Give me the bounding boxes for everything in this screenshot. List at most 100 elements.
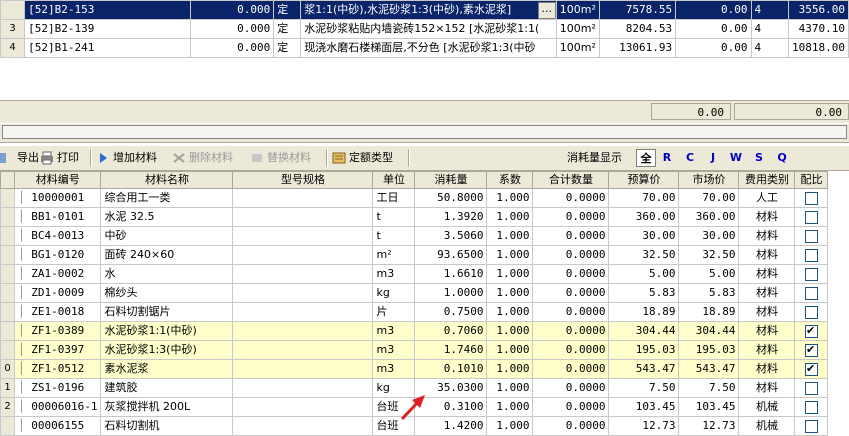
col-market-price[interactable]: 市场价 bbox=[678, 171, 740, 189]
coefficient[interactable]: 1.000 bbox=[486, 359, 534, 379]
material-code-cell[interactable]: │ BG1-0120 bbox=[13, 245, 102, 265]
cost-category[interactable]: 材料 bbox=[738, 264, 796, 284]
market-price[interactable]: 195.03 bbox=[678, 340, 740, 360]
ratio-cell[interactable] bbox=[794, 207, 829, 227]
budget-price[interactable]: 103.45 bbox=[608, 397, 680, 417]
ratio-cell[interactable] bbox=[794, 245, 829, 265]
market-price[interactable]: 5.83 bbox=[678, 283, 740, 303]
filter-s[interactable]: S bbox=[749, 149, 769, 167]
material-code-cell[interactable]: │ 00006155 bbox=[13, 416, 102, 436]
material-name[interactable]: 中砂 bbox=[100, 226, 234, 246]
material-name[interactable]: 综合用工一类 bbox=[100, 188, 234, 208]
material-unit[interactable]: m² bbox=[372, 245, 416, 265]
coefficient[interactable]: 1.000 bbox=[486, 397, 534, 417]
ratio-checkbox[interactable] bbox=[804, 305, 818, 319]
item-name[interactable]: 水泥砂浆粘贴内墙瓷砖152×152 [水泥砂浆1:1( bbox=[300, 19, 557, 39]
export-button[interactable]: 导出 bbox=[0, 149, 39, 167]
material-row[interactable]: │ BC4-0013 中砂 t 3.5060 1.000 0.0000 30.00 30.00… bbox=[0, 226, 829, 246]
consumption[interactable]: 1.3920 bbox=[414, 207, 488, 227]
material-name[interactable]: 灰浆搅拌机 200L bbox=[100, 397, 234, 417]
material-spec[interactable] bbox=[232, 378, 374, 398]
material-name[interactable]: 水 bbox=[100, 264, 234, 284]
market-price[interactable]: 304.44 bbox=[678, 321, 740, 341]
cost-category[interactable]: 材料 bbox=[738, 340, 796, 360]
item-quantity[interactable]: 0.000 bbox=[190, 19, 275, 39]
budget-price[interactable]: 18.89 bbox=[608, 302, 680, 322]
more-button[interactable]: ... bbox=[537, 2, 556, 19]
item-row[interactable]: 3 [52]B2-139 0.000 定水泥砂浆粘贴内墙瓷砖152×152 [水泥砂浆… bbox=[0, 19, 849, 39]
filter-c[interactable]: C bbox=[680, 149, 700, 167]
item-quantity[interactable]: 0.000 bbox=[190, 38, 275, 58]
horizontal-scrollbar[interactable] bbox=[2, 125, 847, 139]
ratio-cell[interactable] bbox=[794, 264, 829, 284]
material-row[interactable]: │ BB1-0101 水泥 32.5 t 1.3920 1.000 0.0000 360.0… bbox=[0, 207, 829, 227]
cost-category[interactable]: 材料 bbox=[738, 302, 796, 322]
consumption[interactable]: 0.7060 bbox=[414, 321, 488, 341]
market-price[interactable]: 32.50 bbox=[678, 245, 740, 265]
material-code-cell[interactable]: │ ZA1-0002 bbox=[13, 264, 102, 284]
material-spec[interactable] bbox=[232, 245, 374, 265]
filter-all[interactable]: 全 bbox=[636, 149, 656, 167]
material-spec[interactable] bbox=[232, 359, 374, 379]
col-total-quantity[interactable]: 合计数量 bbox=[532, 171, 610, 189]
material-code-cell[interactable]: │ ZD1-0009 bbox=[13, 283, 102, 303]
consumption[interactable]: 1.7460 bbox=[414, 340, 488, 360]
material-row[interactable]: │ BG1-0120 面砖 240×60 m² 93.6500 1.000 0.0000 3… bbox=[0, 245, 829, 265]
consumption[interactable]: 50.8000 bbox=[414, 188, 488, 208]
coefficient[interactable]: 1.000 bbox=[486, 283, 534, 303]
budget-price[interactable]: 360.00 bbox=[608, 207, 680, 227]
filter-r[interactable]: R bbox=[657, 149, 677, 167]
material-row[interactable]: │ ZF1-0389 水泥砂浆1:1(中砂) m3 0.7060 1.000 0.0000… bbox=[0, 321, 829, 341]
ratio-cell[interactable] bbox=[794, 340, 829, 360]
material-row[interactable]: │ ZE1-0018 石料切割锯片片 0.7500 1.000 0.0000 18.89 1… bbox=[0, 302, 829, 322]
material-code-cell[interactable]: │ BC4-0013 bbox=[13, 226, 102, 246]
coefficient[interactable]: 1.000 bbox=[486, 264, 534, 284]
cost-category[interactable]: 材料 bbox=[738, 321, 796, 341]
filter-q[interactable]: Q bbox=[772, 149, 792, 167]
material-code-cell[interactable]: │ BB1-0101 bbox=[13, 207, 102, 227]
material-spec[interactable] bbox=[232, 397, 374, 417]
material-unit[interactable]: 片 bbox=[372, 302, 416, 322]
material-name[interactable]: 水泥砂浆1:1(中砂) bbox=[100, 321, 234, 341]
col-budget-price[interactable]: 预算价 bbox=[608, 171, 680, 189]
ratio-checkbox[interactable] bbox=[804, 323, 818, 340]
cost-category[interactable]: 人工 bbox=[738, 188, 796, 208]
add-material-button[interactable]: 增加材料 bbox=[96, 149, 157, 167]
budget-price[interactable]: 12.73 bbox=[608, 416, 680, 436]
material-unit[interactable]: m3 bbox=[372, 359, 416, 379]
ratio-checkbox[interactable] bbox=[804, 210, 818, 224]
material-spec[interactable] bbox=[232, 321, 374, 341]
col-material-name[interactable]: 材料名称 bbox=[100, 171, 234, 189]
item-row[interactable]: 4 [52]B1-241 0.000 定现浇水磨石楼梯面层,不分色 [水泥砂浆1:3(… bbox=[0, 38, 849, 58]
material-code-cell[interactable]: │ 00006016-1 bbox=[13, 397, 102, 417]
coefficient[interactable]: 1.000 bbox=[486, 188, 534, 208]
material-spec[interactable] bbox=[232, 188, 374, 208]
col-consumption[interactable]: 消耗量 bbox=[414, 171, 488, 189]
material-unit[interactable]: 工日 bbox=[372, 188, 416, 208]
budget-price[interactable]: 32.50 bbox=[608, 245, 680, 265]
ratio-checkbox[interactable] bbox=[804, 229, 818, 243]
ratio-cell[interactable] bbox=[794, 188, 829, 208]
ratio-checkbox[interactable] bbox=[804, 361, 818, 378]
material-row[interactable]: │ ZD1-0009 棉纱头 kg 1.0000 1.000 0.0000 5.83 5.83… bbox=[0, 283, 829, 303]
coefficient[interactable]: 1.000 bbox=[486, 226, 534, 246]
ratio-checkbox[interactable] bbox=[804, 342, 818, 359]
material-unit[interactable]: kg bbox=[372, 283, 416, 303]
material-spec[interactable] bbox=[232, 416, 374, 436]
ratio-cell[interactable] bbox=[794, 397, 829, 417]
ratio-checkbox[interactable] bbox=[804, 267, 818, 281]
material-name[interactable]: 建筑胶 bbox=[100, 378, 234, 398]
market-price[interactable]: 360.00 bbox=[678, 207, 740, 227]
ratio-checkbox[interactable] bbox=[804, 248, 818, 262]
material-unit[interactable]: t bbox=[372, 226, 416, 246]
consumption[interactable]: 0.1010 bbox=[414, 359, 488, 379]
replace-material-button[interactable]: 替换材料 bbox=[250, 149, 311, 167]
col-material-code[interactable]: 材料编号 bbox=[13, 171, 102, 189]
material-unit[interactable]: m3 bbox=[372, 340, 416, 360]
material-row[interactable]: 0 │ ZF1-0512 素水泥浆 m3 0.1010 1.000 0.0000 543.47… bbox=[0, 359, 829, 379]
market-price[interactable]: 103.45 bbox=[678, 397, 740, 417]
filter-w[interactable]: W bbox=[726, 149, 746, 167]
consumption[interactable]: 1.6610 bbox=[414, 264, 488, 284]
ratio-cell[interactable] bbox=[794, 359, 829, 379]
consumption[interactable]: 93.6500 bbox=[414, 245, 488, 265]
